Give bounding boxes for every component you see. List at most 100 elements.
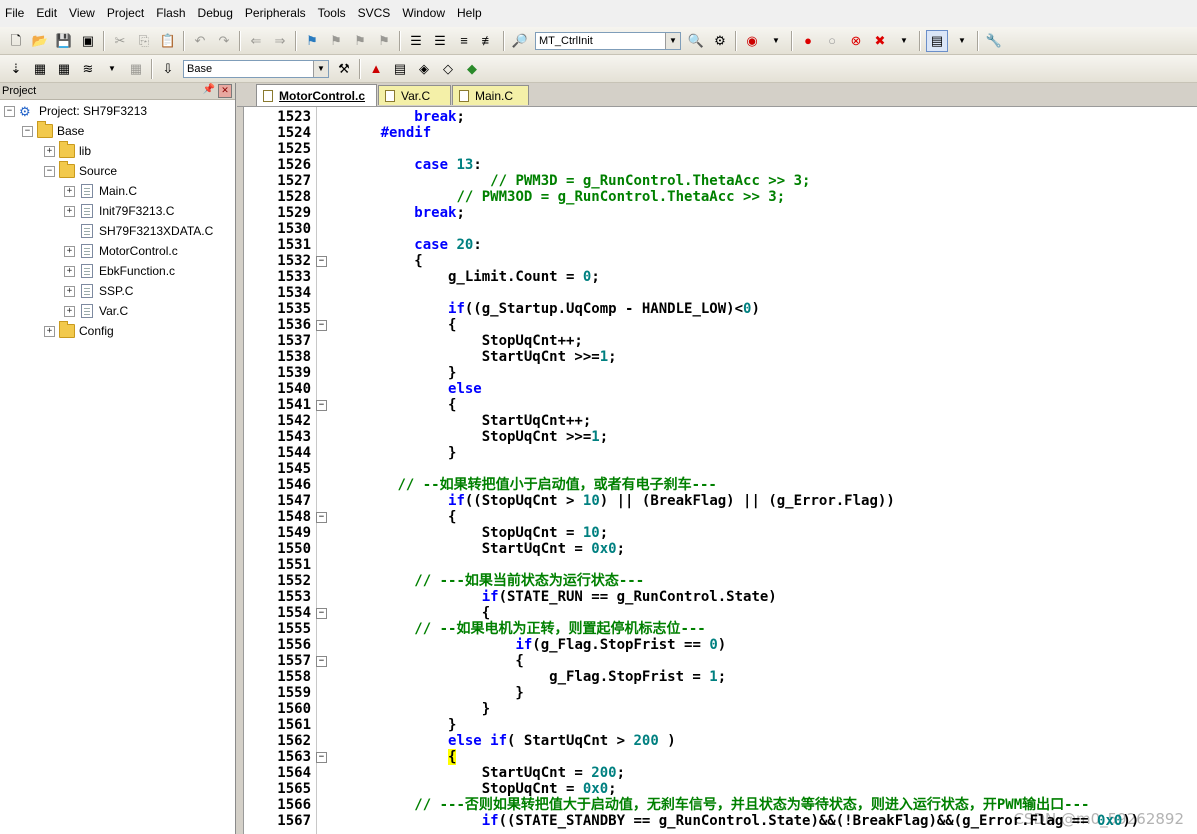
navigate-forward-icon[interactable]: ⇒: [270, 31, 290, 51]
code-line[interactable]: 1554− {: [244, 605, 1197, 621]
menu-edit[interactable]: Edit: [30, 0, 63, 27]
code-line[interactable]: 1540 else: [244, 381, 1197, 397]
code-line[interactable]: 1543 StopUqCnt >>=1;: [244, 429, 1197, 445]
tree-item-var-c[interactable]: + Var.C: [64, 301, 128, 321]
code-line[interactable]: 1562 else if( StartUqCnt > 200 ): [244, 733, 1197, 749]
collapse-icon[interactable]: −: [22, 125, 33, 137]
code-line[interactable]: 1544 }: [244, 445, 1197, 461]
prev-bookmark-icon[interactable]: ⚑: [326, 31, 346, 51]
undo-icon[interactable]: ↶: [190, 31, 210, 51]
tree-item-base[interactable]: − Base: [22, 121, 84, 141]
enable-breakpoint-icon[interactable]: ○: [822, 31, 842, 51]
menu-tools[interactable]: Tools: [312, 0, 352, 27]
configure-icon[interactable]: 🔧: [984, 31, 1004, 51]
menu-debug[interactable]: Debug: [192, 0, 239, 27]
code-line[interactable]: 1539 }: [244, 365, 1197, 381]
menu-help[interactable]: Help: [451, 0, 488, 27]
code-line[interactable]: 1566 // ---否则如果转把值大于启动值，无刹车信号，并且状态为等待状态，…: [244, 797, 1197, 813]
copy-icon[interactable]: ⎘: [134, 31, 154, 51]
code-line[interactable]: 1541− {: [244, 397, 1197, 413]
code-line[interactable]: 1531 case 20:: [244, 237, 1197, 253]
code-line[interactable]: 1550 StartUqCnt = 0x0;: [244, 541, 1197, 557]
debug-session-icon[interactable]: ◉: [742, 31, 762, 51]
target-options-icon[interactable]: ⚒: [334, 59, 354, 79]
find-icon[interactable]: 🔍: [686, 31, 706, 51]
tree-item-project-sh79f3213[interactable]: − ⚙ Project: SH79F3213: [4, 101, 147, 121]
new-file-icon[interactable]: 🗋: [6, 31, 26, 51]
fold-collapse-icon[interactable]: −: [316, 512, 327, 523]
code-line[interactable]: 1567 if((STATE_STANDBY == g_RunControl.S…: [244, 813, 1197, 829]
expand-icon[interactable]: +: [64, 265, 75, 277]
code-line[interactable]: 1556 if(g_Flag.StopFrist == 0): [244, 637, 1197, 653]
code-line[interactable]: 1529 break;: [244, 205, 1197, 221]
code-line[interactable]: 1564 StartUqCnt = 200;: [244, 765, 1197, 781]
code-line[interactable]: 1561 }: [244, 717, 1197, 733]
chevron-down-icon[interactable]: ▼: [952, 31, 972, 51]
code-line[interactable]: 1533 g_Limit.Count = 0;: [244, 269, 1197, 285]
code-line[interactable]: 1563− {: [244, 749, 1197, 765]
insert-breakpoint-icon[interactable]: ●: [798, 31, 818, 51]
menu-svcs[interactable]: SVCS: [352, 0, 397, 27]
code-line[interactable]: 1549 StopUqCnt = 10;: [244, 525, 1197, 541]
code-line[interactable]: 1559 }: [244, 685, 1197, 701]
code-line[interactable]: 1526 case 13:: [244, 157, 1197, 173]
paste-icon[interactable]: 📋: [158, 31, 178, 51]
code-line[interactable]: 1565 StopUqCnt = 0x0;: [244, 781, 1197, 797]
tree-item-ssp-c[interactable]: + SSP.C: [64, 281, 133, 301]
clear-bookmarks-icon[interactable]: ⚑: [374, 31, 394, 51]
chevron-down-icon[interactable]: ▼: [313, 60, 328, 77]
code-line[interactable]: 1525: [244, 141, 1197, 157]
tree-item-lib[interactable]: + lib: [44, 141, 91, 161]
code-line[interactable]: 1537 StopUqCnt++;: [244, 333, 1197, 349]
select-packs-icon[interactable]: ◈: [414, 59, 434, 79]
tree-item-source[interactable]: − Source: [44, 161, 117, 181]
tab-motorcontrol-c[interactable]: MotorControl.c: [256, 84, 377, 106]
unindent-icon[interactable]: ☰: [430, 31, 450, 51]
bookmark-icon[interactable]: ⚑: [302, 31, 322, 51]
function-combo[interactable]: MT_CtrlInit ▼: [535, 31, 681, 50]
translate-icon[interactable]: ⇣: [6, 59, 26, 79]
tab-var-c[interactable]: Var.C: [378, 85, 451, 105]
code-line[interactable]: 1534: [244, 285, 1197, 301]
stop-build-icon[interactable]: ▦: [126, 59, 146, 79]
redo-icon[interactable]: ↷: [214, 31, 234, 51]
code-line[interactable]: 1527 // PWM3D = g_RunControl.ThetaAcc >>…: [244, 173, 1197, 189]
fold-collapse-icon[interactable]: −: [316, 656, 327, 667]
fold-collapse-icon[interactable]: −: [316, 256, 327, 267]
fold-collapse-icon[interactable]: −: [316, 752, 327, 763]
code-line[interactable]: 1523 break;: [244, 109, 1197, 125]
file-extensions-icon[interactable]: ▤: [390, 59, 410, 79]
incremental-find-icon[interactable]: ⚙: [710, 31, 730, 51]
chevron-down-icon[interactable]: ▼: [665, 32, 680, 49]
expand-icon[interactable]: +: [44, 325, 55, 337]
fold-collapse-icon[interactable]: −: [316, 608, 327, 619]
find-in-files-icon[interactable]: 🔎: [510, 31, 530, 51]
expand-icon[interactable]: +: [64, 185, 75, 197]
menu-view[interactable]: View: [63, 0, 101, 27]
pack-installer-icon[interactable]: ◇: [438, 59, 458, 79]
save-all-icon[interactable]: ▣: [78, 31, 98, 51]
kill-all-breakpoints-icon[interactable]: ✖: [870, 31, 890, 51]
expand-icon[interactable]: +: [64, 305, 75, 317]
window-layout-icon[interactable]: ▤: [926, 29, 948, 52]
rebuild-icon[interactable]: ▦: [54, 59, 74, 79]
batch-build-icon[interactable]: ≋: [78, 59, 98, 79]
code-line[interactable]: 1524 #endif: [244, 125, 1197, 141]
build-icon[interactable]: ▦: [30, 59, 50, 79]
code-line[interactable]: 1552 // ---如果当前状态为运行状态---: [244, 573, 1197, 589]
code-line[interactable]: 1557− {: [244, 653, 1197, 669]
run-time-environment-icon[interactable]: ◆: [462, 59, 482, 79]
cut-icon[interactable]: ✂: [110, 31, 130, 51]
tree-item-motorcontrol-c[interactable]: + MotorControl.c: [64, 241, 178, 261]
menu-file[interactable]: File: [0, 0, 30, 27]
code-line[interactable]: 1535 if((g_Startup.UqComp - HANDLE_LOW)<…: [244, 301, 1197, 317]
code-line[interactable]: 1545: [244, 461, 1197, 477]
tab-main-c[interactable]: Main.C: [452, 85, 529, 105]
chevron-down-icon[interactable]: ▼: [102, 59, 122, 79]
code-line[interactable]: 1536− {: [244, 317, 1197, 333]
expand-icon[interactable]: +: [44, 145, 55, 157]
code-line[interactable]: 1558 g_Flag.StopFrist = 1;: [244, 669, 1197, 685]
expand-icon[interactable]: +: [64, 285, 75, 297]
code-line[interactable]: 1532− {: [244, 253, 1197, 269]
open-file-icon[interactable]: 📂: [30, 31, 50, 51]
